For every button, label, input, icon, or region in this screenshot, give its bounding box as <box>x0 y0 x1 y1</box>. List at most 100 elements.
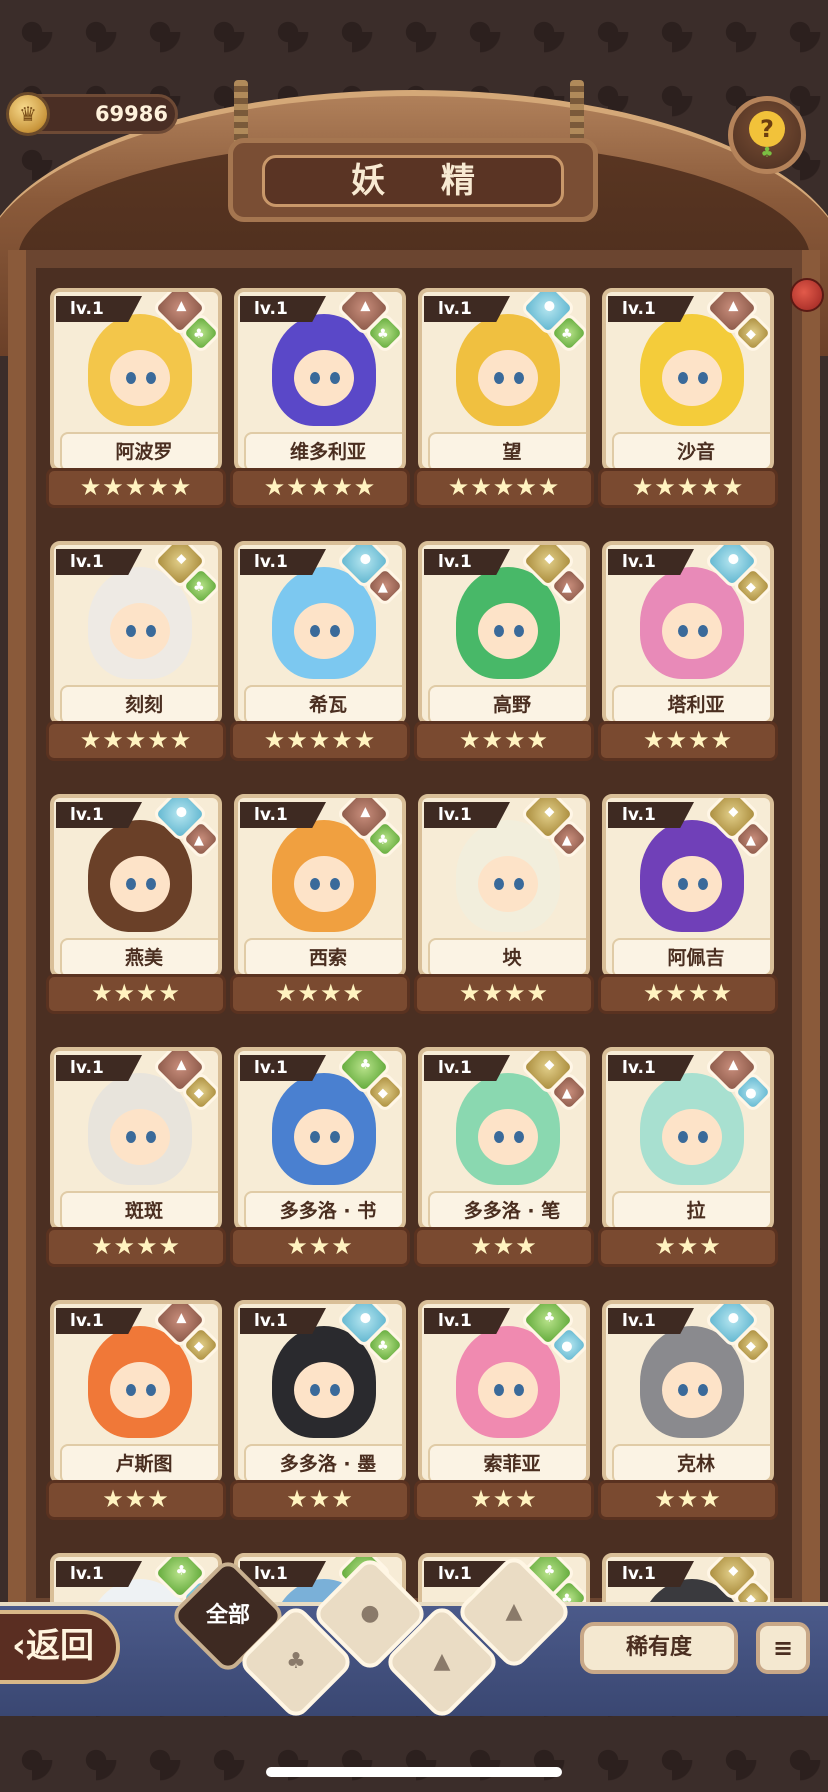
portrait-eye <box>126 1131 136 1143</box>
portrait-eye <box>698 372 708 384</box>
star-rating: ★★★★ <box>414 974 594 1014</box>
fairy-name: 斑斑 <box>60 1191 218 1227</box>
fairy-name: 多多洛 · 墨 <box>244 1444 402 1480</box>
portrait-eye <box>330 372 340 384</box>
help-button[interactable]: ? ♣ <box>728 96 806 174</box>
portrait-eye <box>310 372 320 384</box>
fairy-card[interactable]: lv.1◆▲可成长阿佩吉★★★★ <box>598 792 778 1018</box>
back-label: 返回 <box>26 1626 95 1666</box>
portrait-face <box>662 350 722 406</box>
portrait-face <box>110 350 170 406</box>
fairy-card[interactable]: lv.1 ▲ ♣ 维多利亚 ★★★★★ <box>230 286 410 512</box>
level-tag: lv.1 <box>608 802 694 828</box>
fairy-name: 望 <box>428 432 586 468</box>
sort-rarity-button[interactable]: 稀有度 <box>580 1622 738 1674</box>
portrait-eye <box>146 878 156 890</box>
fairy-card[interactable]: lv.1 ♣ ● 索菲亚 ★★★ <box>414 1298 594 1524</box>
portrait-face <box>294 603 354 659</box>
level-tag: lv.1 <box>56 802 142 828</box>
portrait-face <box>662 1362 722 1418</box>
level-tag: lv.1 <box>56 1308 142 1334</box>
card-body: lv.1 ▲ ♣ 阿波罗 <box>50 288 222 472</box>
fairy-card[interactable]: lv.1♣◆可成长多多洛 · 书★★★ <box>230 1045 410 1271</box>
fairy-card[interactable]: lv.1 ▲ ◆ 沙音 ★★★★★ <box>598 286 778 512</box>
portrait-eye <box>514 625 524 637</box>
portrait-eye <box>514 878 524 890</box>
sort-order-button[interactable]: ≡ <box>756 1622 810 1674</box>
level-tag: lv.1 <box>240 1308 326 1334</box>
star-rating: ★★★★★ <box>46 468 226 508</box>
portrait-eye <box>494 878 504 890</box>
portrait-eye <box>330 1384 340 1396</box>
fairy-name: 索菲亚 <box>428 1444 586 1480</box>
fairy-name: 西索 <box>244 938 402 974</box>
portrait-face <box>110 1362 170 1418</box>
portrait-face <box>478 350 538 406</box>
portrait-face <box>110 1109 170 1165</box>
crown-coin-icon: ♛ <box>6 92 50 136</box>
fairy-card[interactable]: lv.1◆▲可成长高野★★★★ <box>414 539 594 765</box>
portrait-eye <box>310 625 320 637</box>
card-body: lv.1 ● ♣ 多多洛 · 墨 <box>234 1300 406 1484</box>
card-body: lv.1 ◆ ◆ <box>602 1553 774 1602</box>
card-body: lv.1 ◆ ▲ 坱 <box>418 794 590 978</box>
fairy-card[interactable]: lv.1▲◆可成长斑斑★★★★ <box>46 1045 226 1271</box>
fairy-card[interactable]: lv.1 ▲ ♣ 阿波罗 ★★★★★ <box>46 286 226 512</box>
level-tag: lv.1 <box>240 549 326 575</box>
card-body: lv.1 ▲ ♣ 维多利亚 <box>234 288 406 472</box>
fairy-card[interactable]: lv.1 ● ◆ 克林 ★★★ <box>598 1298 778 1524</box>
star-rating: ★★★★★ <box>598 468 778 508</box>
fairy-card[interactable]: lv.1 ▲ ● 拉 ★★★ <box>598 1045 778 1271</box>
star-rating: ★★★ <box>230 1227 410 1267</box>
portrait-eye <box>678 878 688 890</box>
card-body: lv.1 ● ♣ 望 <box>418 288 590 472</box>
fairy-card[interactable]: lv.1●▲可成长燕美★★★★ <box>46 792 226 1018</box>
level-tag: lv.1 <box>608 1308 694 1334</box>
portrait-eye <box>310 1131 320 1143</box>
ladybug-icon[interactable] <box>790 278 824 312</box>
card-body: lv.1▲♣可成长西索 <box>234 794 406 978</box>
fairy-card[interactable]: lv.1 ● ▲ 希瓦 ★★★★★ <box>230 539 410 765</box>
fairy-name: 多多洛 · 书 <box>244 1191 402 1227</box>
card-body: lv.1 ▲ ◆ 卢斯图 <box>50 1300 222 1484</box>
card-body: lv.1 ▲ ◆ 沙音 <box>602 288 774 472</box>
card-body: lv.1♣◆可成长多多洛 · 书 <box>234 1047 406 1231</box>
fairy-card[interactable]: lv.1 ▲ ◆ 卢斯图 ★★★ <box>46 1298 226 1524</box>
portrait-eye <box>514 1131 524 1143</box>
portrait-eye <box>678 372 688 384</box>
star-rating: ★★★ <box>598 1480 778 1520</box>
fairy-name: 卢斯图 <box>60 1444 218 1480</box>
level-tag: lv.1 <box>424 802 510 828</box>
star-rating: ★★★★★ <box>230 721 410 761</box>
fairy-card[interactable]: lv.1▲♣可成长西索★★★★ <box>230 792 410 1018</box>
fairy-card[interactable]: lv.1 ◆ ◆ <box>598 1551 778 1602</box>
portrait-eye <box>678 1384 688 1396</box>
wood-sprout-icon: ♣ <box>286 1649 306 1674</box>
portrait-eye <box>678 625 688 637</box>
card-body: lv.1 ● ◆ 克林 <box>602 1300 774 1484</box>
star-rating: ★★★ <box>46 1480 226 1520</box>
portrait-eye <box>698 878 708 890</box>
portrait-eye <box>146 1384 156 1396</box>
fairy-card[interactable]: lv.1 ● ♣ 多多洛 · 墨 ★★★ <box>230 1298 410 1524</box>
portrait-eye <box>698 1131 708 1143</box>
fairy-card[interactable]: lv.1 ◆ ♣ 刻刻 ★★★★★ <box>46 539 226 765</box>
fairy-card[interactable]: lv.1 ◆ ▲ 坱 ★★★★ <box>414 792 594 1018</box>
fairy-card[interactable]: lv.1 ● ♣ 望 ★★★★★ <box>414 286 594 512</box>
fairy-card[interactable]: lv.1 ◆ ▲ 多多洛 · 笔 ★★★ <box>414 1045 594 1271</box>
card-body: lv.1▲◆可成长斑斑 <box>50 1047 222 1231</box>
card-body: lv.1●▲可成长燕美 <box>50 794 222 978</box>
back-button[interactable]: ‹返回 <box>0 1610 120 1684</box>
level-tag: lv.1 <box>56 1561 142 1587</box>
portrait-face <box>110 856 170 912</box>
portrait-eye <box>698 1384 708 1396</box>
sprout-leaf-icon: ♣ <box>760 145 774 161</box>
portrait-face <box>294 1109 354 1165</box>
fairy-name: 坱 <box>428 938 586 974</box>
level-tag: lv.1 <box>240 296 326 322</box>
fairy-name: 刻刻 <box>60 685 218 721</box>
fairy-card[interactable]: lv.1●◆可成长塔利亚★★★★ <box>598 539 778 765</box>
star-rating: ★★★★ <box>598 974 778 1014</box>
portrait-eye <box>146 372 156 384</box>
card-body: lv.1 ▲ ● 拉 <box>602 1047 774 1231</box>
